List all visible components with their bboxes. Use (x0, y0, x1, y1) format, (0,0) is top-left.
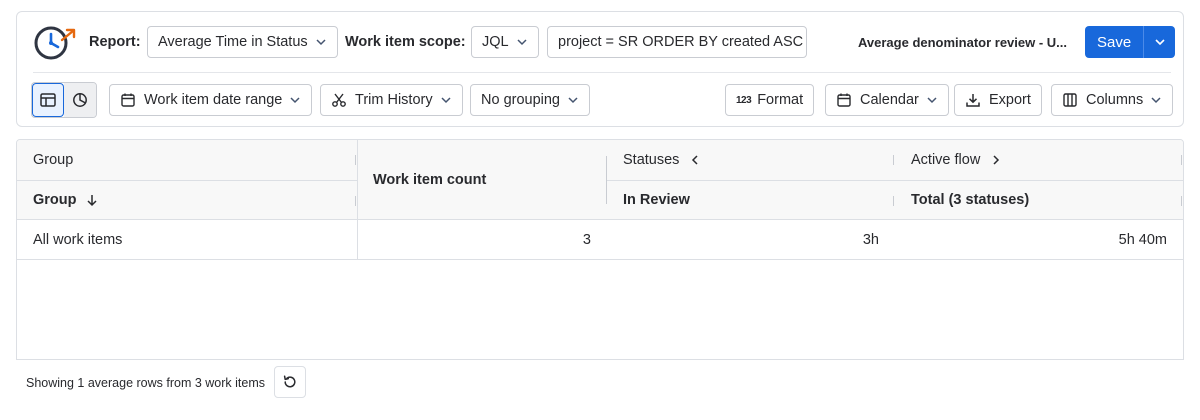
calendar-icon (837, 93, 851, 107)
format-button[interactable]: 123 Format (725, 84, 815, 116)
trim-history-button[interactable]: Trim History (320, 84, 463, 116)
column-resize-handle[interactable] (355, 196, 356, 206)
chevron-right-icon[interactable] (990, 154, 1002, 166)
cell-group: All work items (33, 232, 123, 248)
table-icon (40, 93, 56, 107)
header-divider (607, 180, 1183, 181)
app-logo-icon (34, 26, 76, 60)
scope-type-select[interactable]: JQL (471, 26, 539, 58)
format-label: Format (757, 92, 804, 108)
view-toggle (31, 82, 97, 118)
chevron-down-icon (927, 97, 937, 104)
jql-query-value: project = SR ORDER BY created ASC (558, 34, 804, 50)
toolbar-row-top: Report: Average Time in Status Work item… (17, 12, 1183, 72)
header-statuses-label: Statuses (623, 152, 680, 168)
save-label: Save (1097, 33, 1132, 51)
chevron-down-icon (290, 97, 300, 104)
header-active-flow[interactable]: Active flow (911, 152, 1002, 168)
cell-in-review: 3h (862, 232, 879, 248)
arrow-down-icon (86, 195, 97, 207)
report-type-select[interactable]: Average Time in Status (147, 26, 338, 58)
header-group-top: Group (33, 152, 73, 168)
date-range-label: Work item date range (144, 92, 283, 108)
save-button[interactable]: Save (1085, 26, 1144, 58)
chevron-down-icon (1155, 39, 1165, 46)
header-group-top-label: Group (33, 152, 74, 168)
column-resize-handle[interactable] (355, 155, 356, 165)
header-active-flow-label: Active flow (911, 152, 981, 168)
scope-type-value: JQL (482, 34, 509, 50)
header-in-review[interactable]: In Review (623, 192, 690, 208)
report-toolbar: Report: Average Time in Status Work item… (16, 11, 1184, 127)
report-name[interactable]: Average denominator review - U... (858, 35, 1076, 50)
export-button[interactable]: Export (954, 84, 1042, 116)
column-divider (606, 156, 607, 204)
number-format-icon: 123 (736, 94, 752, 106)
report-label: Report: (89, 34, 141, 50)
save-button-group: Save (1085, 26, 1176, 58)
header-work-item-count-label: Work item count (373, 172, 487, 188)
chart-view-button[interactable] (64, 83, 96, 117)
row-divider (17, 259, 1183, 260)
chevron-down-icon (316, 39, 326, 46)
scissors-icon (332, 93, 346, 107)
chevron-down-icon (517, 39, 527, 46)
report-type-value: Average Time in Status (158, 34, 308, 50)
date-range-button[interactable]: Work item date range (109, 84, 313, 116)
footer-summary: Showing 1 average rows from 3 work items (26, 376, 265, 390)
column-resize-handle[interactable] (1181, 196, 1182, 206)
grouping-value: No grouping (481, 92, 560, 108)
chevron-left-icon[interactable] (689, 154, 701, 166)
chevron-down-icon (1151, 97, 1161, 104)
calendar-label: Calendar (860, 92, 919, 108)
save-options-button[interactable] (1143, 26, 1176, 58)
scope-label: Work item scope: (345, 34, 466, 50)
header-group-sort[interactable]: Group (33, 192, 99, 208)
header-group-sub-label: Group (33, 192, 77, 208)
report-table: Group Group Work item count Statuses In … (16, 139, 1184, 360)
jql-query-input[interactable]: project = SR ORDER BY created ASC (547, 26, 807, 58)
column-resize-handle[interactable] (1181, 155, 1182, 165)
column-resize-handle[interactable] (893, 155, 894, 165)
chevron-down-icon (441, 97, 451, 104)
refresh-icon (283, 375, 296, 388)
header-in-review-label: In Review (623, 192, 690, 208)
cell-work-item-count: 3 (582, 232, 591, 248)
pie-chart-icon (73, 93, 87, 107)
toolbar-row-bottom: Work item date range Trim History No gro… (17, 73, 1183, 128)
columns-button[interactable]: Columns (1051, 84, 1174, 116)
calendar-select[interactable]: Calendar (825, 84, 949, 116)
export-label: Export (989, 92, 1031, 108)
columns-label: Columns (1086, 92, 1144, 108)
trim-history-label: Trim History (355, 92, 433, 108)
refresh-button[interactable] (274, 366, 306, 398)
header-total[interactable]: Total (3 statuses) (911, 192, 1029, 208)
header-divider (17, 180, 357, 181)
cell-total: 5h 40m (1118, 232, 1167, 248)
header-work-item-count[interactable]: Work item count (373, 172, 486, 188)
table-view-button[interactable] (32, 83, 65, 117)
grouping-select[interactable]: No grouping (470, 84, 590, 116)
columns-icon (1063, 93, 1077, 107)
header-statuses[interactable]: Statuses (623, 152, 701, 168)
download-icon (966, 94, 980, 107)
calendar-icon (121, 93, 135, 107)
header-total-label: Total (3 statuses) (911, 192, 1030, 208)
chevron-down-icon (568, 97, 578, 104)
column-resize-handle[interactable] (893, 196, 894, 206)
